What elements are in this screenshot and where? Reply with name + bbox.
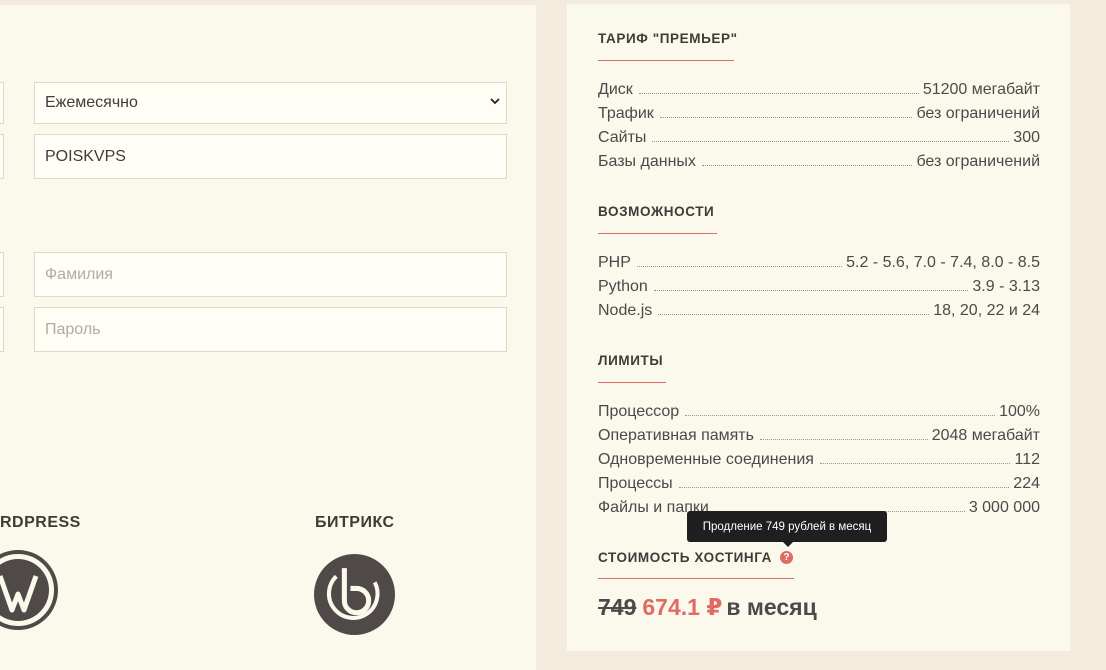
section-underline [598,233,717,234]
spec-label: Базы данных [598,153,696,170]
order-form-panel: Ежемесячно POISKVPS Фамилия Пароль RDPRE… [0,5,536,670]
spec-value: без ограничений [916,105,1040,122]
section-underline [598,60,734,61]
promo-code-input[interactable]: POISKVPS [34,134,507,179]
promo-code-value: POISKVPS [45,147,126,165]
dotted-leader [678,486,1010,488]
spec-value: 224 [1013,475,1040,492]
billing-period-select[interactable]: Ежемесячно [34,82,507,124]
old-price: 749 [598,594,637,620]
spec-label: Одновременные соединения [598,451,814,468]
dotted-leader [685,414,996,416]
tariff-summary-panel: ТАРИФ "ПРЕМЬЕР" Диск 51200 мегабайт Трафи… [567,4,1070,651]
spec-value: 112 [1014,451,1040,468]
spec-label: Node.js [598,302,653,319]
section-underline [598,578,794,579]
price-line: 749 674.1 ₽ в месяц [598,594,817,621]
spec-row: Одновременные соединения 112 [598,445,1040,469]
dotted-leader [653,289,969,291]
limits-title: ЛИМИТЫ [598,353,664,368]
spec-row: Node.js 18, 20, 22 и 24 [598,296,1040,320]
form-field-left-stub[interactable] [0,252,4,297]
spec-row: Python 3.9 - 3.13 [598,272,1040,296]
dotted-leader [759,438,928,440]
spec-row: Процессы 224 [598,469,1040,493]
spec-value: 2048 мегабайт [931,427,1040,444]
spec-row: Диск 51200 мегабайт [598,75,1040,99]
hosting-cost-title: СТОИМОСТЬ ХОСТИНГА [598,550,773,565]
price-period: в месяц [726,594,817,620]
form-field-left-stub[interactable] [0,134,4,179]
renewal-tooltip: Продление 749 рублей в месяц [687,511,887,542]
section-underline [598,382,666,383]
bitrix-title: БИТРИКС [315,514,395,531]
dotted-leader [638,92,919,94]
tooltip-arrow [782,541,794,547]
spec-row: Оперативная память 2048 мегабайт [598,421,1040,445]
spec-label: Процессор [598,403,680,420]
spec-label: Python [598,278,648,295]
wordpress-logo-icon[interactable] [0,550,58,630]
dotted-leader [819,462,1011,464]
features-title: ВОЗМОЖНОСТИ [598,204,715,219]
spec-value: 3.9 - 3.13 [972,278,1040,295]
billing-period-value: Ежемесячно [45,94,138,111]
dotted-leader [659,116,913,118]
spec-value: 18, 20, 22 и 24 [933,302,1040,319]
dotted-leader [636,265,843,267]
new-price: 674.1 ₽ [642,594,723,620]
spec-value: 51200 мегабайт [922,81,1040,98]
tariff-title: ТАРИФ "ПРЕМЬЕР" [598,31,738,46]
spec-value: 3 000 000 [968,499,1040,516]
lastname-placeholder: Фамилия [45,265,113,283]
form-field-left-stub[interactable] [0,82,4,124]
chevron-down-icon [490,98,500,105]
question-circle-icon[interactable]: ? [780,551,793,564]
spec-row: Сайты 300 [598,123,1040,147]
spec-label: PHP [598,254,631,271]
spec-row: Процессор 100% [598,397,1040,421]
form-field-left-stub[interactable] [0,307,4,352]
bitrix-logo-icon[interactable] [314,554,395,635]
dotted-leader [701,164,913,166]
dotted-leader [658,313,930,315]
tooltip-text: Продление 749 рублей в месяц [702,520,872,533]
dotted-leader [652,140,1010,142]
lastname-input[interactable]: Фамилия [34,252,507,297]
spec-value: 300 [1013,129,1040,146]
spec-value: без ограничений [916,153,1040,170]
password-placeholder: Пароль [45,320,101,338]
spec-value: 5.2 - 5.6, 7.0 - 7.4, 8.0 - 8.5 [846,254,1040,271]
spec-label: Трафик [598,105,654,122]
spec-label: Сайты [598,129,647,146]
spec-value: 100% [999,403,1040,420]
password-input[interactable]: Пароль [34,307,507,352]
spec-label: Процессы [598,475,673,492]
spec-row: Базы данных без ограничений [598,147,1040,171]
wordpress-title: RDPRESS [0,514,81,531]
spec-label: Оперативная память [598,427,754,444]
spec-row: Трафик без ограничений [598,99,1040,123]
spec-row: PHP 5.2 - 5.6, 7.0 - 7.4, 8.0 - 8.5 [598,248,1040,272]
spec-label: Диск [598,81,633,98]
